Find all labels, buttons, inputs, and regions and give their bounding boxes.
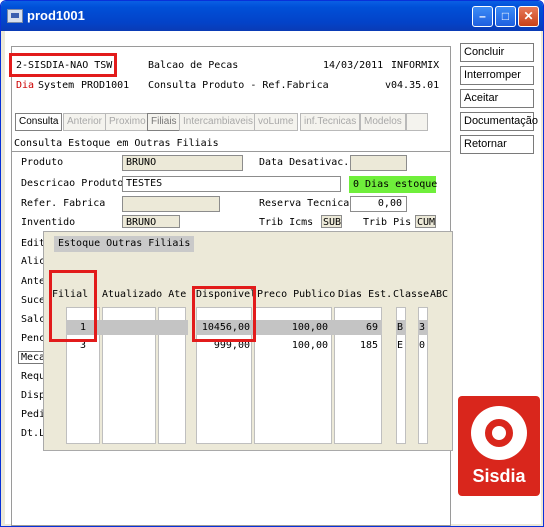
tab-consulta[interactable]: Consulta [15,113,63,131]
descricao-field[interactable]: TESTES [122,176,341,192]
header-abc: ABC [430,289,449,300]
inventido-label: Inventido [21,217,76,228]
dia-label: Dia [16,80,35,91]
row1-classe: B [397,322,404,333]
left-label-pedi: Pedi [21,409,46,420]
title-bar[interactable]: prod1001 – □ ✕ [1,1,543,31]
left-label-requ: Requ [21,371,46,382]
popup-title: Estoque Outras Filiais [54,236,195,252]
tab-modelos[interactable]: Modelos [360,113,406,131]
tab-anterior[interactable]: Anterior [63,113,107,131]
db-label: INFORMIX [391,60,440,71]
produto-field[interactable]: BRUNO [122,155,243,171]
data-desativac-field[interactable] [350,155,407,171]
row2-classe: E [397,340,404,351]
trib-icms-label: Trib Icms [259,217,314,228]
program-code: PROD1001 [81,80,130,91]
dias-estoque-badge: 0 Dias estoque [349,176,437,193]
logo-q-icon [471,406,527,460]
window-title: prod1001 [27,8,85,23]
tab-inf-tecnicas[interactable]: inf.Tecnicas [300,113,361,131]
header-dias: Dias Est. [338,289,393,300]
left-label-suce: Suce [21,295,46,306]
logo-text: Sisdia [472,466,526,486]
row2-dias: 185 [359,340,378,351]
tab-blank[interactable] [406,113,428,131]
reserva-tecnica-label: Reserva Tecnica [259,198,350,209]
tab-volume[interactable]: voLume [254,113,298,131]
left-label-ante: Ante [21,276,46,287]
company-name: 2-SISDIA-NAO TSW [16,60,113,71]
row1-abc: 3 [419,322,426,333]
data-desativac-label: Data Desativac. [259,157,350,168]
retornar-button[interactable]: Retornar [460,135,534,154]
trib-pis-label: Trib Pis [363,217,412,228]
header-preco: Preco Publico [257,289,336,300]
header-atualizado: Atualizado Ate [102,289,187,300]
row2-preco: 100,00 [291,340,328,351]
row1-dias: 69 [365,322,378,333]
reserva-tecnica-field[interactable]: 0,00 [350,196,407,212]
module-name: Balcao de Pecas [148,60,239,71]
left-label-disp: Disp [21,390,46,401]
documentacao-button[interactable]: Documentação [460,112,538,131]
maximize-button[interactable]: □ [495,6,516,27]
aceitar-button[interactable]: Aceitar [460,89,534,108]
refer-fabrica-label: Refer. Fabrica [21,198,106,209]
tab-proximo[interactable]: Proximo [105,113,150,131]
tab-intercambiaveis[interactable]: Intercambiaveis [179,113,258,131]
system-label: System [38,80,75,91]
interromper-button[interactable]: Interromper [460,66,534,85]
refer-fabrica-field[interactable] [122,196,220,212]
descricao-label: Descricao Produto [21,178,124,189]
left-label-edit: Edit [21,238,46,249]
sisdia-logo: Sisdia [458,396,540,496]
header-classe: Classe [393,289,430,300]
close-button[interactable]: ✕ [518,6,539,27]
section-title: Consulta Estoque em Outras Filiais [14,138,219,149]
trib-pis-field[interactable]: CUM [415,215,436,228]
current-date: 14/03/2011 [323,60,384,71]
trib-icms-field[interactable]: SUB [321,215,342,228]
window-content: 2-SISDIA-NAO TSW Balcao de Pecas 14/03/2… [5,31,541,526]
version-label: v04.35.01 [385,80,440,91]
concluir-button[interactable]: Concluir [460,43,534,62]
filial-highlight [49,270,97,342]
inventido-field[interactable]: BRUNO [122,215,180,228]
row1-preco: 100,00 [291,322,328,333]
app-icon [7,9,23,23]
minimize-button[interactable]: – [472,6,493,27]
left-label-salc: Salc [21,314,46,325]
row2-abc: 0 [419,340,426,351]
left-label-dtl: Dt.L [21,428,46,439]
tab-filiais[interactable]: Filiais [147,113,181,131]
estoque-filiais-popup: Estoque Outras Filiais Filial Atualizado… [43,231,453,451]
produto-label: Produto [21,157,64,168]
left-label-alic: Alic [21,256,46,267]
left-label-penc: Penc [21,333,46,344]
application-window: prod1001 – □ ✕ 2-SISDIA-NAO TSW Balcao d… [0,0,544,527]
screen-subtitle: Consulta Produto - Ref.Fabrica [148,80,329,91]
divider [11,151,451,152]
disponivel-highlight [192,286,256,342]
